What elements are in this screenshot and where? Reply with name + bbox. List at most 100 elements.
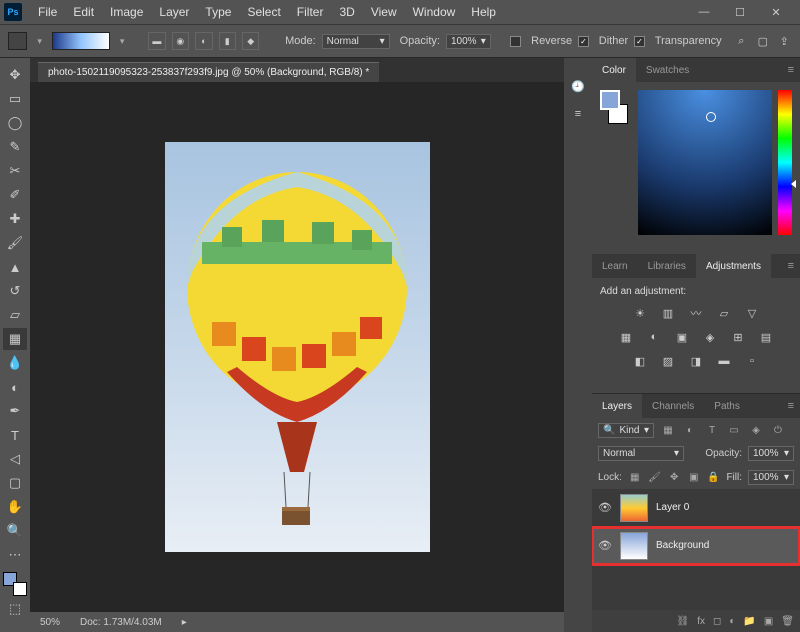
- zoom-tool[interactable]: 🔍: [3, 520, 27, 542]
- adj-selective-icon[interactable]: ▫: [743, 353, 761, 369]
- layer-item[interactable]: 👁 Layer 0: [592, 489, 800, 527]
- maximize-button[interactable]: ☐: [728, 4, 752, 20]
- menu-select[interactable]: Select: [239, 5, 288, 19]
- move-tool[interactable]: ✥: [3, 64, 27, 86]
- lock-pixels-icon[interactable]: 🖌: [648, 469, 662, 485]
- blur-tool[interactable]: 💧: [3, 352, 27, 374]
- menu-image[interactable]: Image: [102, 5, 151, 19]
- tab-paths[interactable]: Paths: [704, 394, 750, 418]
- adj-channel-mixer-icon[interactable]: ◈: [701, 329, 719, 345]
- layer-opacity-dropdown[interactable]: 100%▾: [748, 446, 794, 461]
- adj-bw-icon[interactable]: ◐: [645, 329, 663, 345]
- menu-edit[interactable]: Edit: [65, 5, 102, 19]
- path-select-tool[interactable]: ◁: [3, 448, 27, 470]
- lock-position-icon[interactable]: ✥: [667, 469, 681, 485]
- workspace-icon[interactable]: ▢: [755, 33, 770, 49]
- opacity-dropdown[interactable]: 100%▾: [446, 34, 491, 49]
- layer-name[interactable]: Layer 0: [656, 502, 689, 513]
- gradient-preview[interactable]: [52, 32, 110, 50]
- menu-view[interactable]: View: [363, 5, 405, 19]
- link-layers-icon[interactable]: ⛓: [677, 616, 690, 627]
- history-brush-tool[interactable]: ↺: [3, 280, 27, 302]
- hand-tool[interactable]: ✋: [3, 496, 27, 518]
- adjustments-panel-menu[interactable]: ≡: [782, 260, 800, 272]
- history-icon[interactable]: 🕘: [570, 78, 586, 94]
- menu-file[interactable]: File: [30, 5, 65, 19]
- adj-photo-filter-icon[interactable]: ▣: [673, 329, 691, 345]
- color-panel-menu[interactable]: ≡: [782, 64, 800, 76]
- foreground-swatch[interactable]: [600, 90, 620, 110]
- gradient-tool[interactable]: ▦: [3, 328, 27, 350]
- type-tool[interactable]: T: [3, 424, 27, 446]
- adj-exposure-icon[interactable]: ▱: [715, 305, 733, 321]
- crop-tool[interactable]: ✂: [3, 160, 27, 182]
- mode-dropdown[interactable]: Normal▾: [322, 34, 390, 49]
- gradient-diamond[interactable]: ◆: [242, 32, 259, 50]
- tab-channels[interactable]: Channels: [642, 394, 704, 418]
- menu-3d[interactable]: 3D: [331, 5, 362, 19]
- menu-window[interactable]: Window: [405, 5, 464, 19]
- lasso-tool[interactable]: ◯: [3, 112, 27, 134]
- gradient-linear[interactable]: ▬: [148, 32, 165, 50]
- layer-thumbnail[interactable]: [620, 532, 648, 560]
- eraser-tool[interactable]: ▱: [3, 304, 27, 326]
- minimize-button[interactable]: —: [692, 4, 716, 20]
- tab-layers[interactable]: Layers: [592, 394, 642, 418]
- adj-posterize-icon[interactable]: ▨: [659, 353, 677, 369]
- new-layer-icon[interactable]: ▣: [764, 616, 773, 627]
- adj-brightness-icon[interactable]: ☀: [631, 305, 649, 321]
- color-swatches[interactable]: [3, 572, 27, 596]
- new-group-icon[interactable]: 📁: [743, 616, 755, 627]
- menu-help[interactable]: Help: [463, 5, 504, 19]
- dither-checkbox[interactable]: [578, 36, 589, 47]
- filter-smart-icon[interactable]: ◈: [748, 422, 764, 438]
- tab-libraries[interactable]: Libraries: [638, 254, 696, 278]
- menu-filter[interactable]: Filter: [289, 5, 332, 19]
- adj-curves-icon[interactable]: 〰: [687, 305, 705, 321]
- marquee-tool[interactable]: ▭: [3, 88, 27, 110]
- doc-size[interactable]: Doc: 1.73M/4.03M: [80, 617, 162, 628]
- viewport[interactable]: [30, 82, 564, 612]
- status-arrow-icon[interactable]: ▸: [182, 617, 187, 628]
- menu-type[interactable]: Type: [197, 5, 239, 19]
- adj-invert-icon[interactable]: ◧: [631, 353, 649, 369]
- blend-mode-dropdown[interactable]: Normal▾: [598, 446, 684, 461]
- zoom-level[interactable]: 50%: [40, 617, 60, 628]
- gradient-picker-dropdown[interactable]: ▾: [116, 36, 129, 47]
- tool-preset-dropdown[interactable]: ▾: [33, 36, 46, 47]
- brush-tool[interactable]: 🖌: [3, 232, 27, 254]
- quick-mask[interactable]: ⬚: [3, 598, 27, 620]
- adj-threshold-icon[interactable]: ◨: [687, 353, 705, 369]
- pen-tool[interactable]: ✒: [3, 400, 27, 422]
- tab-adjustments[interactable]: Adjustments: [696, 254, 771, 278]
- tab-color[interactable]: Color: [592, 58, 636, 82]
- filter-shape-icon[interactable]: ▭: [726, 422, 742, 438]
- layer-thumbnail[interactable]: [620, 494, 648, 522]
- adj-more-icon[interactable]: ▤: [757, 329, 775, 345]
- menu-layer[interactable]: Layer: [151, 5, 197, 19]
- gradient-angle[interactable]: ◐: [195, 32, 212, 50]
- hue-slider[interactable]: [778, 90, 792, 235]
- layer-style-icon[interactable]: fx: [697, 616, 705, 627]
- lock-artboard-icon[interactable]: ▣: [687, 469, 701, 485]
- lock-all-icon[interactable]: 🔒: [707, 469, 721, 485]
- stamp-tool[interactable]: ▲: [3, 256, 27, 278]
- layers-panel-menu[interactable]: ≡: [782, 400, 800, 412]
- filter-pixel-icon[interactable]: ▦: [660, 422, 676, 438]
- color-picker-field[interactable]: [638, 90, 772, 235]
- filter-type-icon[interactable]: T: [704, 422, 720, 438]
- adj-levels-icon[interactable]: ▥: [659, 305, 677, 321]
- quick-select-tool[interactable]: ✎: [3, 136, 27, 158]
- healing-tool[interactable]: ✚: [3, 208, 27, 230]
- close-button[interactable]: ✕: [764, 4, 788, 20]
- search-icon[interactable]: ⌕: [734, 33, 749, 49]
- new-fill-icon[interactable]: ◐: [729, 616, 735, 627]
- eyedropper-tool[interactable]: ✐: [3, 184, 27, 206]
- filter-adjustment-icon[interactable]: ◐: [682, 422, 698, 438]
- tab-swatches[interactable]: Swatches: [636, 58, 699, 82]
- layer-name[interactable]: Background: [656, 540, 709, 551]
- gradient-reflected[interactable]: ▮: [219, 32, 236, 50]
- tool-preset[interactable]: [8, 32, 27, 50]
- properties-icon[interactable]: ≡: [570, 106, 586, 122]
- tab-learn[interactable]: Learn: [592, 254, 638, 278]
